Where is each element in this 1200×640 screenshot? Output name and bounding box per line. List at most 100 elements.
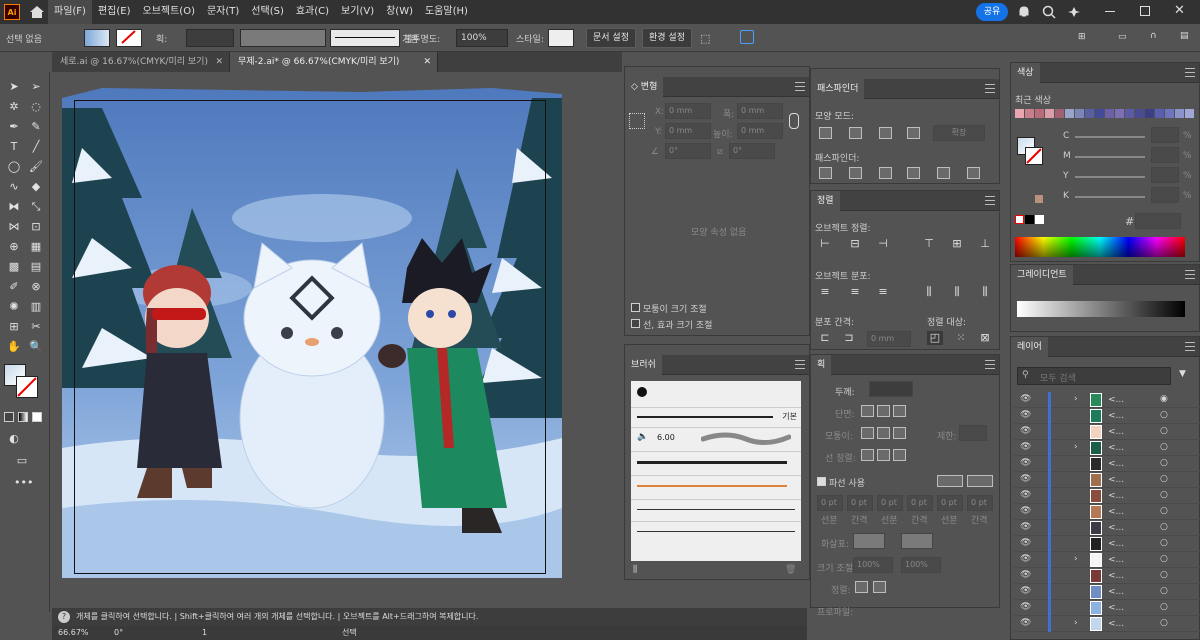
direct-selection-tool-icon[interactable]: ➢ <box>28 80 44 94</box>
menu-effect[interactable]: 효과(C) <box>290 0 335 24</box>
align-right-icon[interactable]: ⊣ <box>875 237 891 251</box>
layer-row[interactable]: 👁 <... ○ <box>1014 520 1200 536</box>
home-icon[interactable] <box>26 0 48 24</box>
shape-builder-tool-icon[interactable]: ⊕ <box>6 240 22 254</box>
trim-icon[interactable] <box>849 167 862 179</box>
expand-button[interactable]: 확장 <box>933 125 985 141</box>
align-to-key-icon[interactable]: ⁙ <box>953 331 969 345</box>
out-of-gamut-swatch[interactable] <box>1035 195 1043 203</box>
divide-icon[interactable] <box>819 167 832 179</box>
distribute-hcenter-icon[interactable]: ⫼ <box>949 285 965 299</box>
bell-icon[interactable] <box>1018 5 1030 18</box>
pathfinder-tab[interactable]: 패스파인더 <box>811 79 865 99</box>
swatch[interactable] <box>1025 109 1034 118</box>
menu-object[interactable]: 오브젝트(O) <box>137 0 201 24</box>
unite-icon[interactable] <box>819 127 832 139</box>
line-tool-icon[interactable]: ╱ <box>28 140 44 154</box>
panel-menu-icon[interactable] <box>795 360 805 369</box>
layer-row[interactable]: 👁 <... ○ <box>1014 600 1200 616</box>
swatch[interactable] <box>1165 109 1174 118</box>
transform-tab[interactable]: ◇ 변형 <box>625 77 664 97</box>
brush-definition-field[interactable] <box>330 29 400 47</box>
opacity-field[interactable]: 100% <box>456 29 508 47</box>
k-field[interactable] <box>1151 187 1179 203</box>
layer-row[interactable]: 👁 <... ○ <box>1014 488 1200 504</box>
swatch[interactable] <box>1115 109 1124 118</box>
swatch[interactable] <box>1105 109 1114 118</box>
m-slider[interactable] <box>1075 156 1145 158</box>
eye-icon[interactable]: 👁 <box>1020 474 1031 484</box>
panel-menu-icon[interactable] <box>795 82 805 91</box>
target-icon[interactable]: ○ <box>1160 522 1168 532</box>
vertical-spacing-icon[interactable]: ⊏ <box>817 331 833 345</box>
horizontal-spacing-icon[interactable]: ⊐ <box>841 331 857 345</box>
selection-tool-icon[interactable]: ➤ <box>6 80 22 94</box>
layers-tab[interactable]: 레이어 <box>1011 337 1048 357</box>
swatch[interactable] <box>1065 109 1074 118</box>
layer-name[interactable]: <... <box>1108 491 1124 501</box>
panel-menu-icon[interactable] <box>985 360 995 369</box>
distribute-left-icon[interactable]: ⫼ <box>921 285 937 299</box>
share-button[interactable]: 공유 <box>976 3 1008 21</box>
layer-name[interactable]: <... <box>1108 571 1124 581</box>
layer-name[interactable]: <... <box>1108 539 1124 549</box>
layer-row[interactable]: 👁 <... ○ <box>1014 472 1200 488</box>
dash-1-field[interactable]: 0 pt <box>817 495 843 511</box>
target-icon[interactable]: ○ <box>1160 442 1168 452</box>
brush-dot[interactable] <box>637 387 647 397</box>
column-graph-tool-icon[interactable]: ▥ <box>28 300 44 314</box>
eye-icon[interactable]: 👁 <box>1020 554 1031 564</box>
workspace-icon[interactable] <box>1068 6 1080 18</box>
layer-row[interactable]: 👁 <... ○ <box>1014 536 1200 552</box>
lasso-tool-icon[interactable]: ◌ <box>28 100 44 114</box>
gap-3-field[interactable]: 0 pt <box>967 495 993 511</box>
align-bottom-icon[interactable]: ⊥ <box>977 237 993 251</box>
swatch[interactable] <box>1155 109 1164 118</box>
layer-name[interactable]: <... <box>1108 475 1124 485</box>
expand-icon[interactable]: › <box>1074 442 1078 452</box>
layer-row[interactable]: 👁 › <... ○ <box>1014 440 1200 456</box>
target-icon[interactable]: ○ <box>1160 586 1168 596</box>
target-icon[interactable]: ◉ <box>1160 394 1168 404</box>
layer-row[interactable]: 👁 › <... ○ <box>1014 552 1200 568</box>
search-icon[interactable] <box>1042 5 1056 19</box>
more-icon[interactable]: ▤ <box>1180 31 1189 41</box>
dashed-line-checkbox[interactable] <box>817 477 826 486</box>
slice-tool-icon[interactable]: ✂ <box>28 320 44 334</box>
zoom-tool-icon[interactable]: 🔍 <box>28 340 44 354</box>
target-icon[interactable]: ○ <box>1160 570 1168 580</box>
stroke-color-indicator[interactable] <box>1025 147 1043 165</box>
reference-point-icon[interactable] <box>629 113 645 129</box>
expand-icon[interactable]: › <box>1074 394 1078 404</box>
brush-line-row-2[interactable] <box>631 521 801 541</box>
limit-field[interactable] <box>959 425 987 441</box>
distribute-top-icon[interactable]: ≡ <box>817 285 833 299</box>
align-inside-icon[interactable] <box>877 449 890 461</box>
swatch[interactable] <box>1075 109 1084 118</box>
m-field[interactable] <box>1151 147 1179 163</box>
target-icon[interactable]: ○ <box>1160 474 1168 484</box>
layer-name[interactable]: <... <box>1108 459 1124 469</box>
square-cap-icon[interactable] <box>893 405 906 417</box>
reflect-tool-icon[interactable]: ⧓ <box>6 200 22 214</box>
align-left-icon[interactable]: ⊢ <box>817 237 833 251</box>
gradient-mode-icon[interactable] <box>18 412 28 422</box>
delete-brush-icon[interactable]: 🗑 <box>785 565 796 575</box>
menu-file[interactable]: 파일(F) <box>48 0 92 24</box>
eye-icon[interactable]: 👁 <box>1020 602 1031 612</box>
outline-icon[interactable] <box>937 167 950 179</box>
fill-swatch[interactable] <box>84 29 110 47</box>
pen-tool-icon[interactable]: ✒ <box>6 120 22 134</box>
ellipse-tool-icon[interactable]: ◯ <box>6 160 22 174</box>
layer-name[interactable]: <... <box>1108 507 1124 517</box>
symbol-sprayer-tool-icon[interactable]: ✺ <box>6 300 22 314</box>
miter-join-icon[interactable] <box>861 427 874 439</box>
distribute-vcenter-icon[interactable]: ≡ <box>847 285 863 299</box>
swatch[interactable] <box>1015 109 1024 118</box>
menu-help[interactable]: 도움말(H) <box>419 0 474 24</box>
angle-field[interactable]: 0° <box>665 143 711 159</box>
shear-field[interactable]: 0° <box>729 143 775 159</box>
menu-type[interactable]: 문자(T) <box>201 0 245 24</box>
brush-line-row-1[interactable] <box>631 499 801 519</box>
white-swatch[interactable] <box>1035 215 1044 224</box>
